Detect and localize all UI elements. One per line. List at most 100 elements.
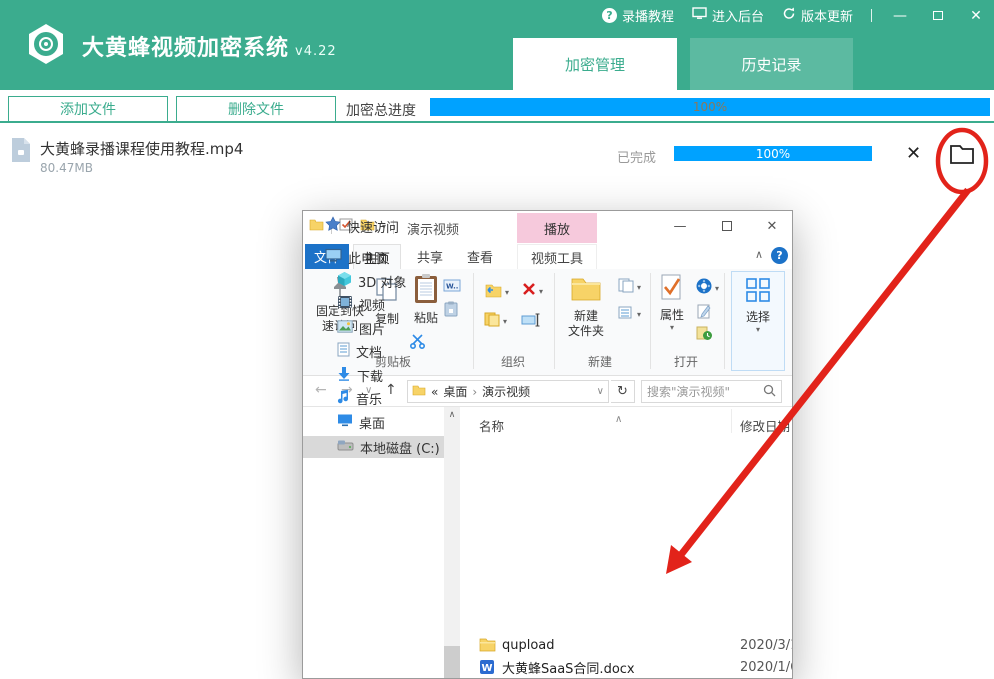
select-label: 选择 [746, 310, 770, 325]
nav-item-music[interactable]: 音乐 [303, 387, 444, 409]
explorer-maximize-button[interactable] [710, 211, 744, 241]
file-date: 2020/1/6 [740, 660, 792, 675]
nav-item-label: 3D 对象 [358, 272, 406, 291]
task-remove-button[interactable]: ✕ [906, 143, 921, 164]
ribbon-collapse-icon[interactable]: ∧ [751, 248, 767, 261]
scrollbar-thumb[interactable] [444, 646, 460, 679]
nav-item-computer[interactable]: 此电脑 [303, 246, 444, 268]
new-folder-button[interactable]: 新建 文件夹 [563, 275, 609, 339]
move-to-button[interactable]: ▾ [483, 281, 509, 303]
question-icon: ? [602, 8, 617, 23]
easy-access-dropdown: ▾ [637, 310, 641, 319]
delete-x-icon [521, 281, 537, 301]
cube-icon [337, 271, 352, 291]
search-input[interactable]: 搜索"演示视频" [641, 380, 782, 403]
file-row[interactable]: W大黄蜂SaaS合同.docx2020/1/6 [461, 657, 792, 678]
column-header-name[interactable]: 名称 ∧ [479, 416, 504, 435]
nav-item-star[interactable]: 快速访问 [303, 215, 444, 237]
explorer-maximize-icon [722, 221, 732, 231]
nav-item-film[interactable]: 视频 [303, 293, 444, 315]
docx-file-icon: W [479, 659, 496, 676]
clipboard-small-icon [444, 301, 458, 321]
refresh-button[interactable]: ↻ [611, 380, 635, 403]
tab-encrypt-manage[interactable]: 加密管理 [513, 38, 677, 90]
select-button[interactable]: 选择 ▾ [733, 277, 783, 334]
task-status: 已完成 [617, 147, 656, 166]
update-link-label: 版本更新 [801, 6, 853, 25]
open-folder-button[interactable] [948, 142, 976, 170]
nav-item-label: 此电脑 [348, 248, 387, 267]
crumb-separator-icon: › [472, 385, 477, 399]
menu-video-tools[interactable]: 视频工具 [517, 244, 597, 269]
nav-item-label: 视频 [359, 295, 385, 314]
crumb-current[interactable]: 演示视频 [482, 383, 530, 400]
menu-view[interactable]: 查看 [457, 244, 503, 269]
file-name: qupload [502, 638, 555, 653]
nav-item-doc[interactable]: 文档 [303, 340, 444, 362]
download-icon [337, 366, 351, 385]
column-divider[interactable] [731, 409, 732, 433]
nav-item-cube[interactable]: 3D 对象 [303, 270, 444, 292]
paste-shortcut-button[interactable] [444, 301, 458, 321]
group-label-new: 新建 [565, 353, 635, 370]
doc-icon [337, 342, 350, 361]
app-minimize-button[interactable]: — [890, 8, 910, 24]
file-row[interactable]: qupload2020/3/1 [461, 635, 792, 656]
properties-dropdown: ▾ [670, 323, 674, 332]
open-media-dropdown: ▾ [715, 284, 719, 293]
copy-path-button[interactable]: W.. [443, 279, 461, 296]
new-item-button[interactable]: ▾ [617, 277, 641, 297]
rename-button[interactable] [521, 313, 541, 331]
scrollbar-up-icon[interactable]: ∧ [444, 407, 460, 423]
explorer-close-button[interactable]: ✕ [755, 211, 789, 241]
properties-button[interactable]: 属性 ▾ [655, 273, 689, 332]
edit-button[interactable] [696, 303, 712, 324]
explorer-nav: 快速访问此电脑3D 对象视频图片文档下载音乐桌面本地磁盘 (C:) [303, 407, 444, 678]
tutorial-link[interactable]: ? 录播教程 [602, 6, 674, 25]
delete-dropdown: ▾ [539, 287, 543, 296]
contextual-tab-play[interactable]: 播放 [517, 213, 597, 243]
delete-button[interactable]: ▾ [521, 281, 543, 301]
group-label-organize: 组织 [478, 353, 548, 370]
backend-link[interactable]: 进入后台 [692, 6, 764, 25]
properties-label: 属性 [660, 308, 684, 323]
new-item-dropdown: ▾ [637, 283, 641, 292]
refresh-icon [782, 7, 796, 24]
svg-text:W: W [481, 663, 492, 674]
update-link[interactable]: 版本更新 [782, 6, 853, 25]
film-icon [337, 295, 353, 313]
open-media-button[interactable]: ▾ [695, 277, 719, 299]
explorer-help-button[interactable]: ? [771, 247, 788, 264]
file-icon [10, 137, 32, 167]
history-button[interactable] [696, 325, 713, 345]
easy-access-button[interactable]: ▾ [617, 305, 641, 324]
move-to-icon [483, 281, 503, 303]
address-dropdown-icon[interactable]: ∨ [597, 386, 604, 397]
app-maximize-button[interactable] [928, 8, 948, 24]
nav-item-label: 本地磁盘 (C:) [360, 438, 440, 457]
desktop-icon [337, 413, 353, 431]
crumb-desktop[interactable]: 桌面 [443, 383, 467, 400]
nav-item-picture[interactable]: 图片 [303, 317, 444, 339]
nav-item-desktop[interactable]: 桌面 [303, 411, 444, 433]
group-label-open: 打开 [653, 353, 719, 370]
new-folder-label-1: 新建 [574, 309, 598, 324]
ribbon-separator-3 [650, 273, 651, 369]
nav-scrollbar[interactable]: ∧ [444, 407, 460, 678]
copy-to-dropdown: ▾ [503, 317, 507, 326]
app-close-button[interactable]: ✕ [966, 8, 986, 24]
nav-item-disk[interactable]: 本地磁盘 (C:) [303, 436, 444, 458]
new-folder-icon [570, 275, 602, 305]
delete-file-button[interactable]: 删除文件 [176, 96, 336, 122]
task-filesize: 80.47MB [40, 161, 93, 175]
disk-icon [337, 439, 354, 456]
explorer-minimize-button[interactable]: — [663, 211, 697, 241]
add-file-button[interactable]: 添加文件 [8, 96, 168, 122]
tab-history[interactable]: 历史记录 [690, 38, 853, 90]
copy-to-button[interactable]: ▾ [483, 311, 507, 331]
nav-item-label: 下载 [357, 366, 383, 385]
word-doc-small-icon: W.. [443, 279, 461, 296]
app-header: ? 录播教程 进入后台 版本更新 — ✕ 大黄蜂视频加密系统v4.22 [0, 0, 994, 90]
nav-item-download[interactable]: 下载 [303, 364, 444, 386]
column-header-date[interactable]: 修改日期 [740, 416, 790, 435]
